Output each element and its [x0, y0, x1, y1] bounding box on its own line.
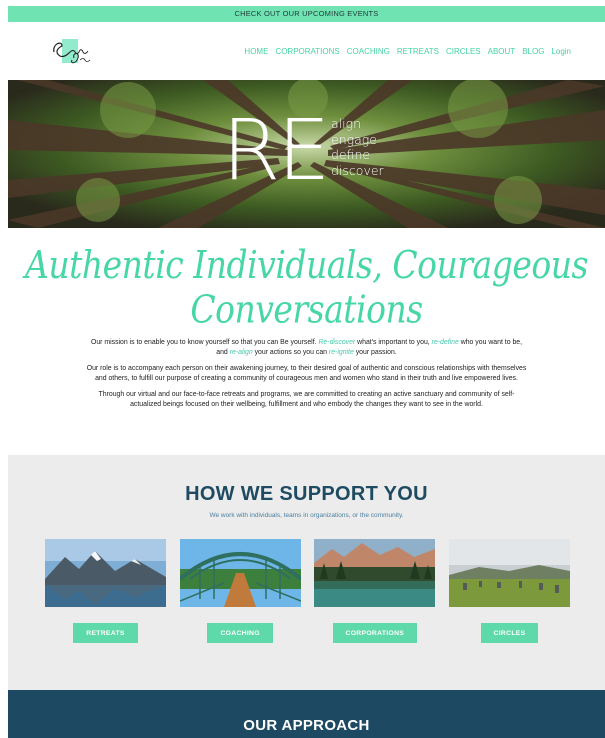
coaching-image[interactable] [179, 539, 301, 607]
circles-button[interactable]: CIRCLES [480, 623, 539, 643]
mission-emphasis: re-align [229, 349, 253, 356]
site-header: HOME CORPORATIONS COACHING RETREATS CIRC… [8, 22, 605, 80]
support-subtitle: We work with individuals, teams in organ… [209, 512, 404, 519]
main-nav: HOME CORPORATIONS COACHING RETREATS CIRC… [244, 47, 571, 56]
approach-section: OUR APPROACH [8, 690, 605, 738]
hero-word: align [331, 116, 362, 131]
retreats-image[interactable] [45, 539, 166, 607]
support-section: HOW WE SUPPORT YOU We work with individu… [8, 455, 605, 690]
hero-word: engage [331, 131, 377, 147]
mission-paragraph: Our mission is to enable you to know you… [87, 338, 527, 358]
bridge-image [179, 539, 301, 607]
nav-circles[interactable]: CIRCLES [446, 47, 481, 56]
support-cards: RETREATS COACHING CORPORATIONS CIRCLES [45, 539, 570, 643]
card-retreats: RETREATS [45, 539, 166, 643]
hero-banner: RE align engage define discover [8, 80, 605, 228]
mountain-lake-image [45, 539, 166, 607]
nav-corporations[interactable]: CORPORATIONS [275, 47, 339, 56]
commitment-paragraph: Through our virtual and our face-to-face… [98, 391, 515, 408]
announcement-bar[interactable]: CHECK OUT OUR UPCOMING EVENTS [8, 6, 605, 22]
coaching-button[interactable]: COACHING [207, 623, 273, 643]
tagline-text: Authentic Individuals, Courageous Conver… [25, 242, 588, 332]
nav-home[interactable]: HOME [244, 47, 268, 56]
mission-text: what's important to you, [355, 339, 432, 346]
corporations-image[interactable] [314, 539, 436, 607]
mission-emphasis: re-ignite [328, 349, 354, 356]
mission-statement: Our mission is to enable you to know you… [87, 338, 527, 410]
mission-emphasis: re-define [431, 339, 459, 346]
retreats-button[interactable]: RETREATS [73, 623, 138, 643]
tagline-heading: Authentic Individuals, Courageous Conver… [8, 242, 605, 332]
nav-coaching[interactable]: COACHING [347, 47, 390, 56]
approach-title: OUR APPROACH [243, 717, 370, 734]
page: CHECK OUT OUR UPCOMING EVENTS HOME CORPO… [8, 6, 605, 738]
logo-mark-icon [53, 39, 91, 64]
stone-circle-image [448, 539, 570, 607]
hero-re-text: RE [222, 101, 330, 199]
nav-retreats[interactable]: RETREATS [397, 47, 439, 56]
hero-word: discover [331, 162, 384, 178]
mission-text: Our mission is to enable you to know you… [90, 339, 319, 346]
role-paragraph: Our role is to accompany each person on … [86, 365, 527, 382]
support-title: HOW WE SUPPORT YOU [185, 483, 428, 505]
card-coaching: COACHING [179, 539, 301, 643]
card-circles: CIRCLES [448, 539, 570, 643]
mission-text: your passion. [353, 349, 397, 356]
hero-word-list: align engage define discover [331, 116, 384, 178]
nav-login[interactable]: Login [551, 47, 571, 56]
site-logo[interactable] [48, 30, 104, 72]
circles-image[interactable] [448, 539, 570, 607]
mission-emphasis: Re-discover [318, 339, 356, 346]
hero-word: define [331, 147, 371, 162]
mission-text: your actions so you can [252, 349, 329, 356]
announcement-text[interactable]: CHECK OUT OUR UPCOMING EVENTS [234, 9, 378, 18]
card-corporations: CORPORATIONS [314, 539, 436, 643]
nav-about[interactable]: ABOUT [488, 47, 516, 56]
alpine-lake-image [314, 539, 436, 607]
nav-blog[interactable]: BLOG [522, 47, 544, 56]
corporations-button[interactable]: CORPORATIONS [332, 623, 418, 643]
